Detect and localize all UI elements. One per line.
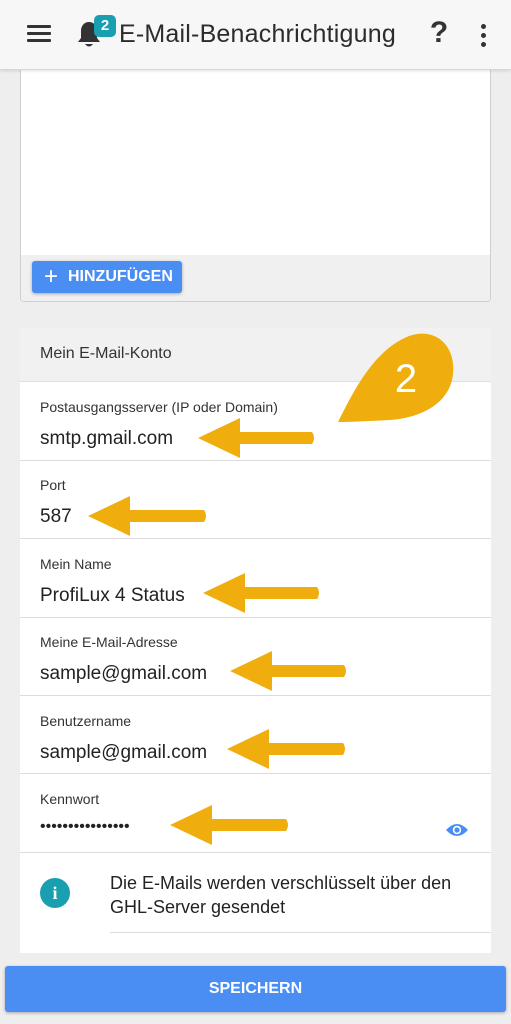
smtp-server-label: Postausgangsserver (IP oder Domain): [40, 399, 278, 415]
info-icon: i: [40, 878, 70, 908]
plus-icon: +: [44, 263, 59, 290]
arrow-icon: [170, 805, 288, 845]
notification-bell[interactable]: 2: [76, 15, 116, 52]
password-label: Kennwort: [40, 791, 100, 807]
port-label: Port: [40, 477, 66, 493]
email-address-input[interactable]: sample@gmail.com: [40, 663, 207, 685]
smtp-server-input[interactable]: smtp.gmail.com: [40, 428, 173, 450]
divider: [110, 932, 491, 933]
arrow-icon: [227, 729, 345, 769]
account-section-title: Mein E-Mail-Konto: [40, 345, 172, 362]
add-recipient-label: HINZUFÜGEN: [68, 268, 173, 285]
show-password-eye-icon[interactable]: [445, 822, 469, 838]
save-button[interactable]: SPEICHERN: [5, 966, 506, 1012]
arrow-icon: [88, 496, 206, 536]
menu-icon[interactable]: [27, 25, 51, 45]
step-number: 2: [394, 357, 418, 401]
port-input[interactable]: 587: [40, 506, 72, 528]
help-icon[interactable]: ?: [427, 16, 451, 52]
encryption-info-text: Die E-Mails werden verschlüsselt über de…: [110, 873, 452, 917]
my-name-input[interactable]: ProfiLux 4 Status: [40, 585, 185, 607]
password-input[interactable]: ••••••••••••••••: [40, 818, 130, 836]
more-options-icon[interactable]: [478, 24, 488, 48]
username-input[interactable]: sample@gmail.com: [40, 742, 207, 764]
add-recipient-button[interactable]: + HINZUFÜGEN: [32, 261, 182, 293]
arrow-icon: [203, 573, 319, 613]
app-bar: 2 E-Mail-Benachrichtigung ?: [0, 0, 511, 70]
arrow-icon: [198, 418, 314, 458]
arrow-icon: [230, 651, 346, 691]
page-title: E-Mail-Benachrichtigung: [119, 20, 396, 48]
email-address-label: Meine E-Mail-Adresse: [40, 634, 178, 650]
username-label: Benutzername: [40, 713, 132, 729]
my-name-label: Mein Name: [40, 556, 112, 572]
notification-badge: 2: [94, 15, 116, 37]
